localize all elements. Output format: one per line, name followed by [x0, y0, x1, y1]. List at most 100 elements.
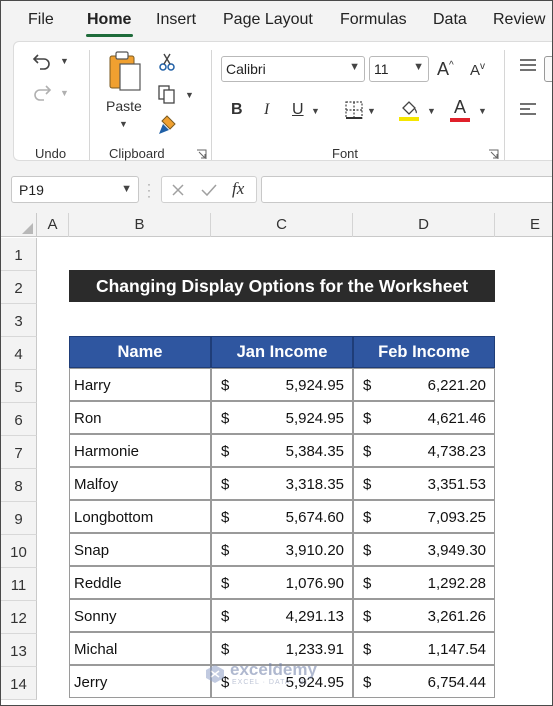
- table-cell-feb[interactable]: $1,147.54: [353, 632, 495, 665]
- increase-font-size-icon[interactable]: A^: [437, 59, 454, 80]
- table-cell-jan[interactable]: $5,674.60: [211, 500, 353, 533]
- table-cell-name[interactable]: Harmonie: [69, 434, 211, 467]
- format-painter-icon[interactable]: [157, 114, 179, 136]
- column-header-e[interactable]: E: [495, 213, 552, 237]
- font-dialog-launcher-icon[interactable]: [488, 149, 499, 160]
- fill-color-dropdown-icon[interactable]: ▼: [427, 106, 436, 116]
- table-cell-feb[interactable]: $4,738.23: [353, 434, 495, 467]
- font-color-button[interactable]: A: [454, 97, 466, 118]
- italic-button[interactable]: I: [264, 101, 269, 119]
- row-header[interactable]: 7: [1, 436, 37, 469]
- row-header[interactable]: 12: [1, 601, 37, 634]
- table-cell-feb[interactable]: $4,621.46: [353, 401, 495, 434]
- font-color-dropdown-icon[interactable]: ▼: [478, 106, 487, 116]
- row-header[interactable]: 1: [1, 238, 37, 271]
- cut-icon[interactable]: [159, 52, 175, 72]
- row-header[interactable]: 3: [1, 304, 37, 337]
- row-header[interactable]: 9: [1, 502, 37, 535]
- row-header[interactable]: 4: [1, 337, 37, 370]
- underline-dropdown-icon[interactable]: ▼: [311, 106, 320, 116]
- tab-formulas[interactable]: Formulas: [340, 11, 407, 29]
- table-cell-feb[interactable]: $7,093.25: [353, 500, 495, 533]
- copy-icon[interactable]: [157, 84, 177, 104]
- jan-value: 5,924.95: [285, 377, 344, 394]
- currency-symbol: $: [221, 377, 230, 394]
- row-header[interactable]: 11: [1, 568, 37, 601]
- undo-dropdown-icon[interactable]: ▼: [60, 56, 69, 66]
- table-header-name[interactable]: Name: [69, 336, 211, 368]
- table-cell-name[interactable]: Malfoy: [69, 467, 211, 500]
- table-cell-name[interactable]: Harry: [69, 368, 211, 401]
- name-box[interactable]: P19 ▼: [11, 176, 139, 203]
- row-header[interactable]: 8: [1, 469, 37, 502]
- select-all-button[interactable]: [1, 213, 37, 237]
- paste-button[interactable]: Paste: [106, 98, 142, 114]
- redo-icon[interactable]: [31, 82, 53, 102]
- table-cell-jan[interactable]: $1,076.90: [211, 566, 353, 599]
- feb-value: 4,738.23: [427, 443, 486, 460]
- table-cell-name[interactable]: Ron: [69, 401, 211, 434]
- top-align-icon[interactable]: [518, 58, 538, 74]
- redo-dropdown-icon[interactable]: ▼: [60, 88, 69, 98]
- cancel-icon[interactable]: [171, 183, 185, 197]
- column-header-b[interactable]: B: [69, 213, 211, 237]
- wrap-text-button[interactable]: [544, 56, 552, 82]
- sheet-title-cell[interactable]: Changing Display Options for the Workshe…: [69, 270, 495, 302]
- tab-home[interactable]: Home: [87, 11, 131, 29]
- table-cell-feb[interactable]: $3,949.30: [353, 533, 495, 566]
- table-cell-feb[interactable]: $3,261.26: [353, 599, 495, 632]
- row-header[interactable]: 13: [1, 634, 37, 667]
- table-header-feb[interactable]: Feb Income: [353, 336, 495, 368]
- borders-icon[interactable]: [344, 100, 364, 120]
- table-cell-jan[interactable]: $5,924.95: [211, 401, 353, 434]
- row-header[interactable]: 2: [1, 271, 37, 304]
- row-header[interactable]: 5: [1, 370, 37, 403]
- table-cell-feb[interactable]: $6,221.20: [353, 368, 495, 401]
- paste-dropdown-icon[interactable]: ▼: [119, 119, 128, 129]
- underline-button[interactable]: U: [292, 101, 304, 119]
- table-cell-name[interactable]: Sonny: [69, 599, 211, 632]
- table-cell-jan[interactable]: $5,924.95: [211, 368, 353, 401]
- table-cell-name[interactable]: Snap: [69, 533, 211, 566]
- tab-page-layout[interactable]: Page Layout: [223, 11, 313, 29]
- paste-icon[interactable]: [107, 50, 143, 92]
- group-separator: [89, 50, 90, 160]
- clipboard-dialog-launcher-icon[interactable]: [196, 149, 207, 160]
- table-cell-jan[interactable]: $4,291.13: [211, 599, 353, 632]
- clipboard-group-label: Clipboard: [109, 146, 165, 161]
- table-cell-jan[interactable]: $5,384.35: [211, 434, 353, 467]
- tab-insert[interactable]: Insert: [156, 11, 196, 29]
- table-cell-jan[interactable]: $3,318.35: [211, 467, 353, 500]
- align-left-icon[interactable]: [518, 102, 538, 118]
- undo-icon[interactable]: [31, 51, 53, 71]
- table-cell-feb[interactable]: $6,754.44: [353, 665, 495, 698]
- table-cell-jan[interactable]: $3,910.20: [211, 533, 353, 566]
- decrease-font-size-icon[interactable]: Av: [470, 61, 485, 79]
- row-header[interactable]: 10: [1, 535, 37, 568]
- table-cell-name[interactable]: Reddle: [69, 566, 211, 599]
- row-header[interactable]: 6: [1, 403, 37, 436]
- table-cell-name[interactable]: Michal: [69, 632, 211, 665]
- copy-dropdown-icon[interactable]: ▼: [185, 90, 194, 100]
- tab-review[interactable]: Review: [493, 11, 545, 29]
- table-cell-name[interactable]: Longbottom: [69, 500, 211, 533]
- fill-color-icon[interactable]: [398, 98, 420, 122]
- column-header-a[interactable]: A: [37, 213, 69, 237]
- formula-input[interactable]: [261, 176, 552, 203]
- bold-button[interactable]: B: [231, 101, 243, 119]
- tab-data[interactable]: Data: [433, 11, 467, 29]
- borders-dropdown-icon[interactable]: ▼: [367, 106, 376, 116]
- table-cell-feb[interactable]: $1,292.28: [353, 566, 495, 599]
- column-header-c[interactable]: C: [211, 213, 353, 237]
- table-cell-name[interactable]: Jerry: [69, 665, 211, 698]
- font-name-select[interactable]: Calibri ▼: [221, 56, 365, 82]
- table-cell-feb[interactable]: $3,351.53: [353, 467, 495, 500]
- enter-check-icon[interactable]: [200, 183, 218, 197]
- table-header-jan[interactable]: Jan Income: [211, 336, 353, 368]
- column-header-d[interactable]: D: [353, 213, 495, 237]
- row-header[interactable]: 14: [1, 667, 37, 700]
- font-size-select[interactable]: 11 ▼: [369, 56, 429, 82]
- exceldemy-logo-icon: [206, 665, 224, 683]
- tab-file[interactable]: File: [28, 11, 54, 29]
- insert-function-button[interactable]: fx: [232, 179, 244, 199]
